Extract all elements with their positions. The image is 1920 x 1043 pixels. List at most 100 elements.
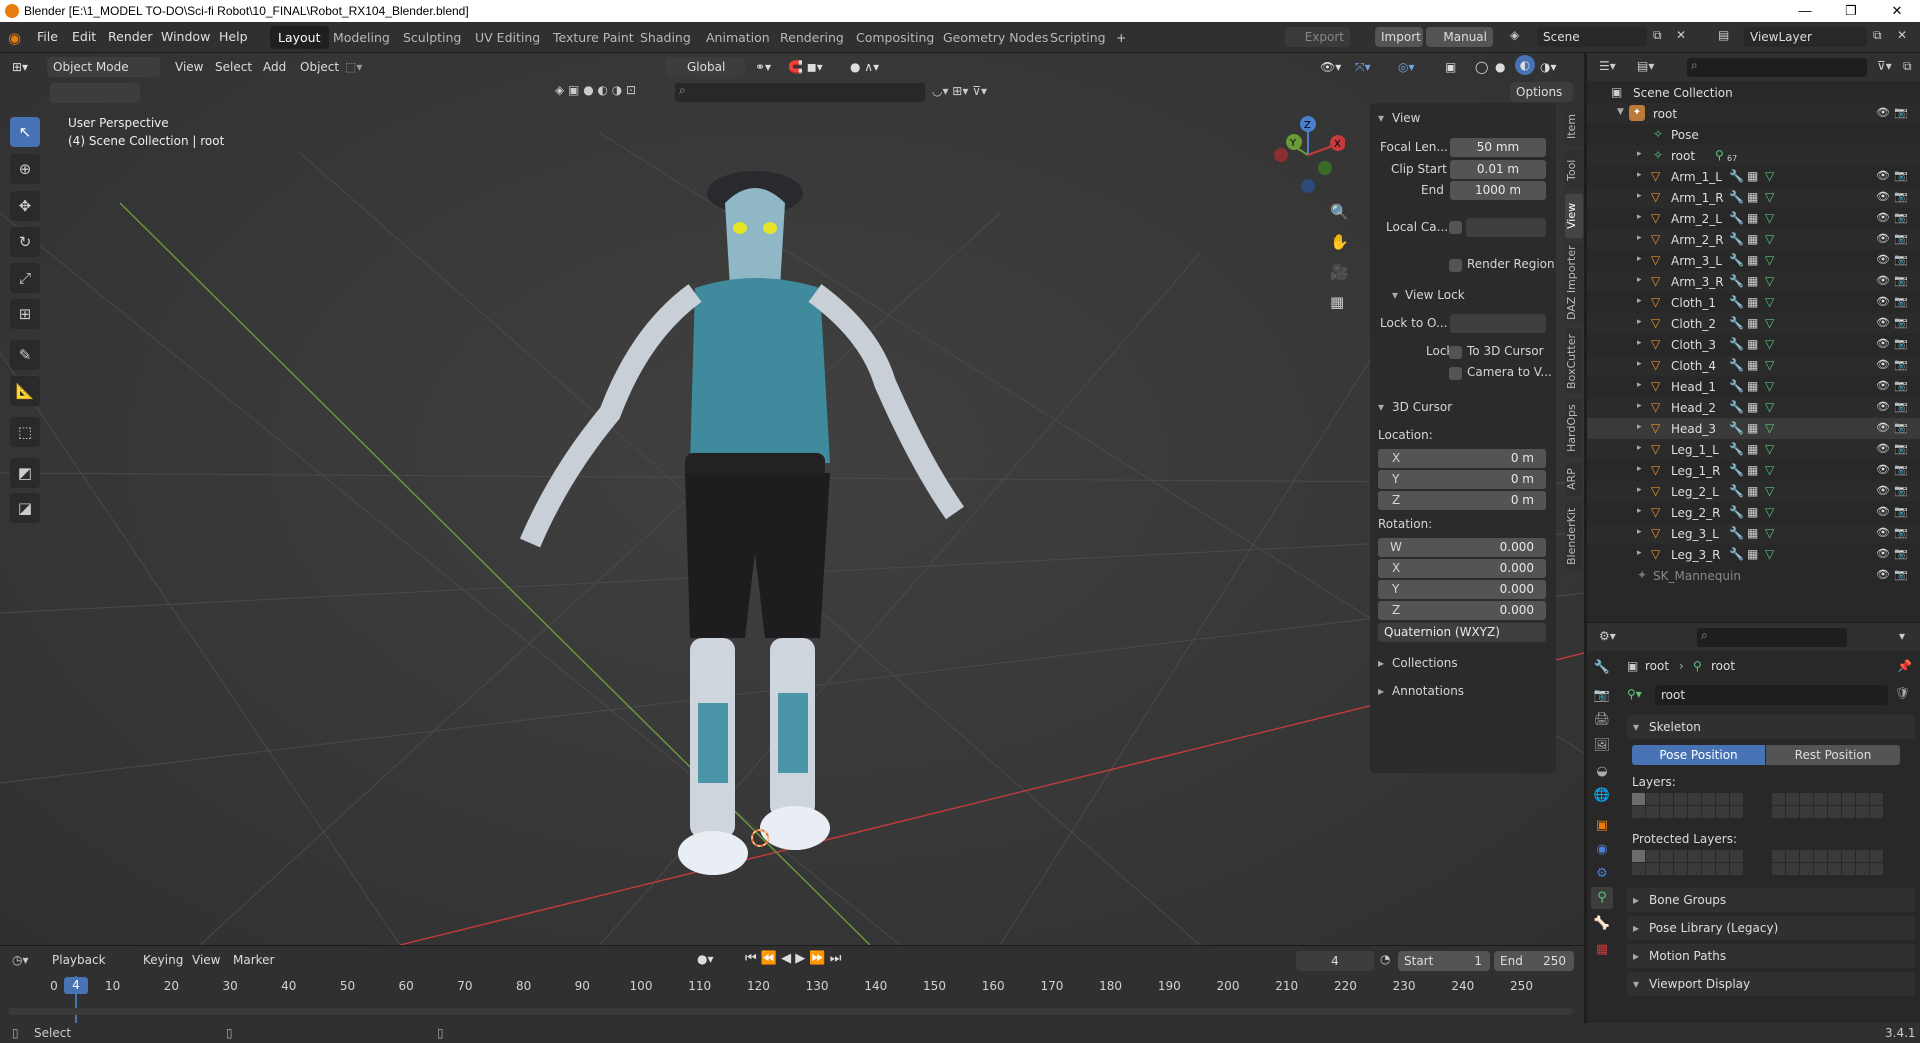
eye-icon[interactable]: 👁 xyxy=(1876,421,1890,435)
layer-cell[interactable] xyxy=(1814,806,1827,818)
tab-geometry-nodes[interactable]: Geometry Nodes xyxy=(935,26,1056,49)
eye-icon[interactable]: 👁 xyxy=(1876,274,1890,288)
eye-icon[interactable]: 👁 xyxy=(1876,337,1890,351)
eye-icon[interactable]: 👁 xyxy=(1876,190,1890,204)
camera-icon[interactable]: 📷 xyxy=(1894,526,1908,540)
rotation-mode-dropdown[interactable]: Quaternion (WXYZ) xyxy=(1378,623,1546,642)
constraint-props-icon[interactable]: ⚙ xyxy=(1591,863,1613,885)
outliner-row-object[interactable]: ▸ ▽ Arm_2_R 🔧 ▦ ▽ 👁 📷 xyxy=(1587,229,1920,250)
tab-arp[interactable]: ARP xyxy=(1565,462,1583,496)
layer-cell[interactable] xyxy=(1716,863,1729,875)
outliner-row-object[interactable]: ▸ ▽ Head_2 🔧 ▦ ▽ 👁 📷 xyxy=(1587,397,1920,418)
scale-tool-icon[interactable]: ⤢ xyxy=(10,263,40,293)
layer-cell[interactable] xyxy=(1814,850,1827,862)
lock-to-object-field[interactable] xyxy=(1450,314,1546,333)
eye-icon[interactable]: 👁 xyxy=(1876,505,1890,519)
tab-item[interactable]: Item xyxy=(1565,106,1583,146)
cursor-rot-x-field[interactable]: 0.000 xyxy=(1378,559,1546,578)
motion-paths-section[interactable]: ▸ Motion Paths xyxy=(1627,944,1915,968)
outliner-filter-icon[interactable]: ⊽▾ xyxy=(1877,59,1892,73)
view-section-header[interactable]: View xyxy=(1392,111,1420,125)
bone-props-icon[interactable]: 🦴 xyxy=(1591,913,1613,935)
shading-material-icon[interactable]: ◐ xyxy=(1515,55,1535,75)
layer-cell[interactable] xyxy=(1786,793,1799,805)
camera-icon[interactable]: 📷 xyxy=(1894,295,1908,309)
layer-cell[interactable] xyxy=(1800,850,1813,862)
protected-layers-grid-a[interactable] xyxy=(1632,850,1743,875)
outliner-row-object[interactable]: ▸ ▽ Cloth_1 🔧 ▦ ▽ 👁 📷 xyxy=(1587,292,1920,313)
camera-icon[interactable]: 📷 xyxy=(1894,484,1908,498)
layer-cell[interactable] xyxy=(1772,850,1785,862)
eye-icon[interactable]: 👁 xyxy=(1876,400,1890,414)
layer-cell[interactable] xyxy=(1870,806,1883,818)
move-tool-icon[interactable]: ✥ xyxy=(10,191,40,221)
transform-tool-icon[interactable]: ⊞ xyxy=(10,299,40,329)
measure-tool-icon[interactable]: 📐 xyxy=(10,376,40,406)
timeline-ruler[interactable]: 0 10 20 30 40 50 60 70 80 90 100 110 120 130 140 150 160… xyxy=(0,946,1584,1006)
proportional-edit-icon[interactable]: ● ∧▾ xyxy=(850,57,879,77)
layer-cell[interactable] xyxy=(1786,850,1799,862)
layer-cell[interactable] xyxy=(1702,850,1715,862)
layer-cell[interactable] xyxy=(1870,850,1883,862)
boxcutter-tool-icon[interactable]: ◩ xyxy=(10,458,40,488)
menu-file[interactable]: File xyxy=(37,29,58,44)
tab-animation[interactable]: Animation xyxy=(698,26,778,49)
tool-props-icon[interactable]: 🔧 xyxy=(1591,657,1613,679)
outliner-row-root[interactable]: ▼ ✦ root 👁 📷 xyxy=(1587,103,1920,124)
eye-icon[interactable]: 👁 xyxy=(1876,442,1890,456)
cursor-loc-x-field[interactable]: 0 m xyxy=(1378,449,1546,468)
layer-cell[interactable] xyxy=(1772,863,1785,875)
camera-icon[interactable]: 📷 xyxy=(1894,169,1908,183)
gizmo-toggle-icon[interactable]: ⬚▾ xyxy=(345,57,362,77)
pose-library-section[interactable]: ▸ Pose Library (Legacy) xyxy=(1627,916,1915,940)
layer-cell[interactable] xyxy=(1870,863,1883,875)
protected-layers-grid-b[interactable] xyxy=(1772,850,1883,875)
layer-cell[interactable] xyxy=(1646,850,1659,862)
datablock-browse-icon[interactable]: ⚲▾ xyxy=(1627,687,1642,701)
local-camera-checkbox[interactable] xyxy=(1449,221,1462,234)
close-button[interactable]: ✕ xyxy=(1874,0,1920,22)
layer-cell[interactable] xyxy=(1702,863,1715,875)
world-props-icon[interactable]: 🌐 xyxy=(1591,785,1613,807)
layer-cell[interactable] xyxy=(1716,850,1729,862)
rest-position-button[interactable]: Rest Position xyxy=(1766,745,1900,765)
fake-user-icon[interactable]: 🛡 xyxy=(1895,686,1910,700)
ortho-toggle-icon[interactable]: ▦ xyxy=(1330,293,1344,311)
camera-icon[interactable]: 📷 xyxy=(1894,106,1908,120)
layer-cell[interactable] xyxy=(1716,793,1729,805)
layer-cell[interactable] xyxy=(1856,850,1869,862)
camera-icon[interactable]: 📷 xyxy=(1894,442,1908,456)
layer-cell[interactable] xyxy=(1730,793,1743,805)
clip-start-field[interactable]: 0.01 m xyxy=(1450,160,1546,179)
gizmo-icon[interactable]: ⤧▾ xyxy=(1355,57,1371,77)
menu-view[interactable]: View xyxy=(175,57,203,77)
outliner-row-object[interactable]: ▸ ▽ Leg_2_L 🔧 ▦ ▽ 👁 📷 xyxy=(1587,481,1920,502)
layer-cell[interactable] xyxy=(1842,863,1855,875)
camera-icon[interactable]: 📷 xyxy=(1894,190,1908,204)
layer-cell[interactable] xyxy=(1842,850,1855,862)
snap-icon[interactable]: 🧲 ◼▾ xyxy=(788,57,823,77)
layer-cell[interactable] xyxy=(1716,806,1729,818)
output-props-icon[interactable]: 🖨 xyxy=(1591,709,1613,731)
tab-rendering[interactable]: Rendering xyxy=(772,26,852,49)
outliner-editor-icon[interactable]: ☰▾ xyxy=(1599,59,1616,73)
camera-icon[interactable]: 📷 xyxy=(1894,211,1908,225)
eye-icon[interactable]: 👁 xyxy=(1876,358,1890,372)
import-button[interactable]: Import xyxy=(1375,27,1423,47)
armature-data-props-icon[interactable]: ⚲ xyxy=(1591,887,1613,909)
layer-cell[interactable] xyxy=(1828,863,1841,875)
layer-cell[interactable] xyxy=(1660,806,1673,818)
layer-cell[interactable] xyxy=(1674,863,1687,875)
annotate-tool-icon[interactable]: ✎ xyxy=(10,340,40,370)
xray-icon[interactable]: ▣ xyxy=(1445,57,1456,77)
options-dropdown[interactable]: Options xyxy=(1510,82,1573,102)
camera-icon[interactable]: 📷 xyxy=(1894,547,1908,561)
timeline-scrollbar[interactable] xyxy=(8,1008,1573,1015)
camera-icon[interactable]: 📷 xyxy=(1894,232,1908,246)
object-props-icon[interactable]: ▣ xyxy=(1591,815,1613,837)
tab-shading[interactable]: Shading xyxy=(632,26,699,49)
outliner-row-object[interactable]: ▸ ▽ Arm_3_R 🔧 ▦ ▽ 👁 📷 xyxy=(1587,271,1920,292)
outliner-row-object[interactable]: ▸ ▽ Arm_2_L 🔧 ▦ ▽ 👁 📷 xyxy=(1587,208,1920,229)
layer-cell[interactable] xyxy=(1660,863,1673,875)
new-viewlayer-icon[interactable]: ⧉ xyxy=(1873,28,1882,43)
